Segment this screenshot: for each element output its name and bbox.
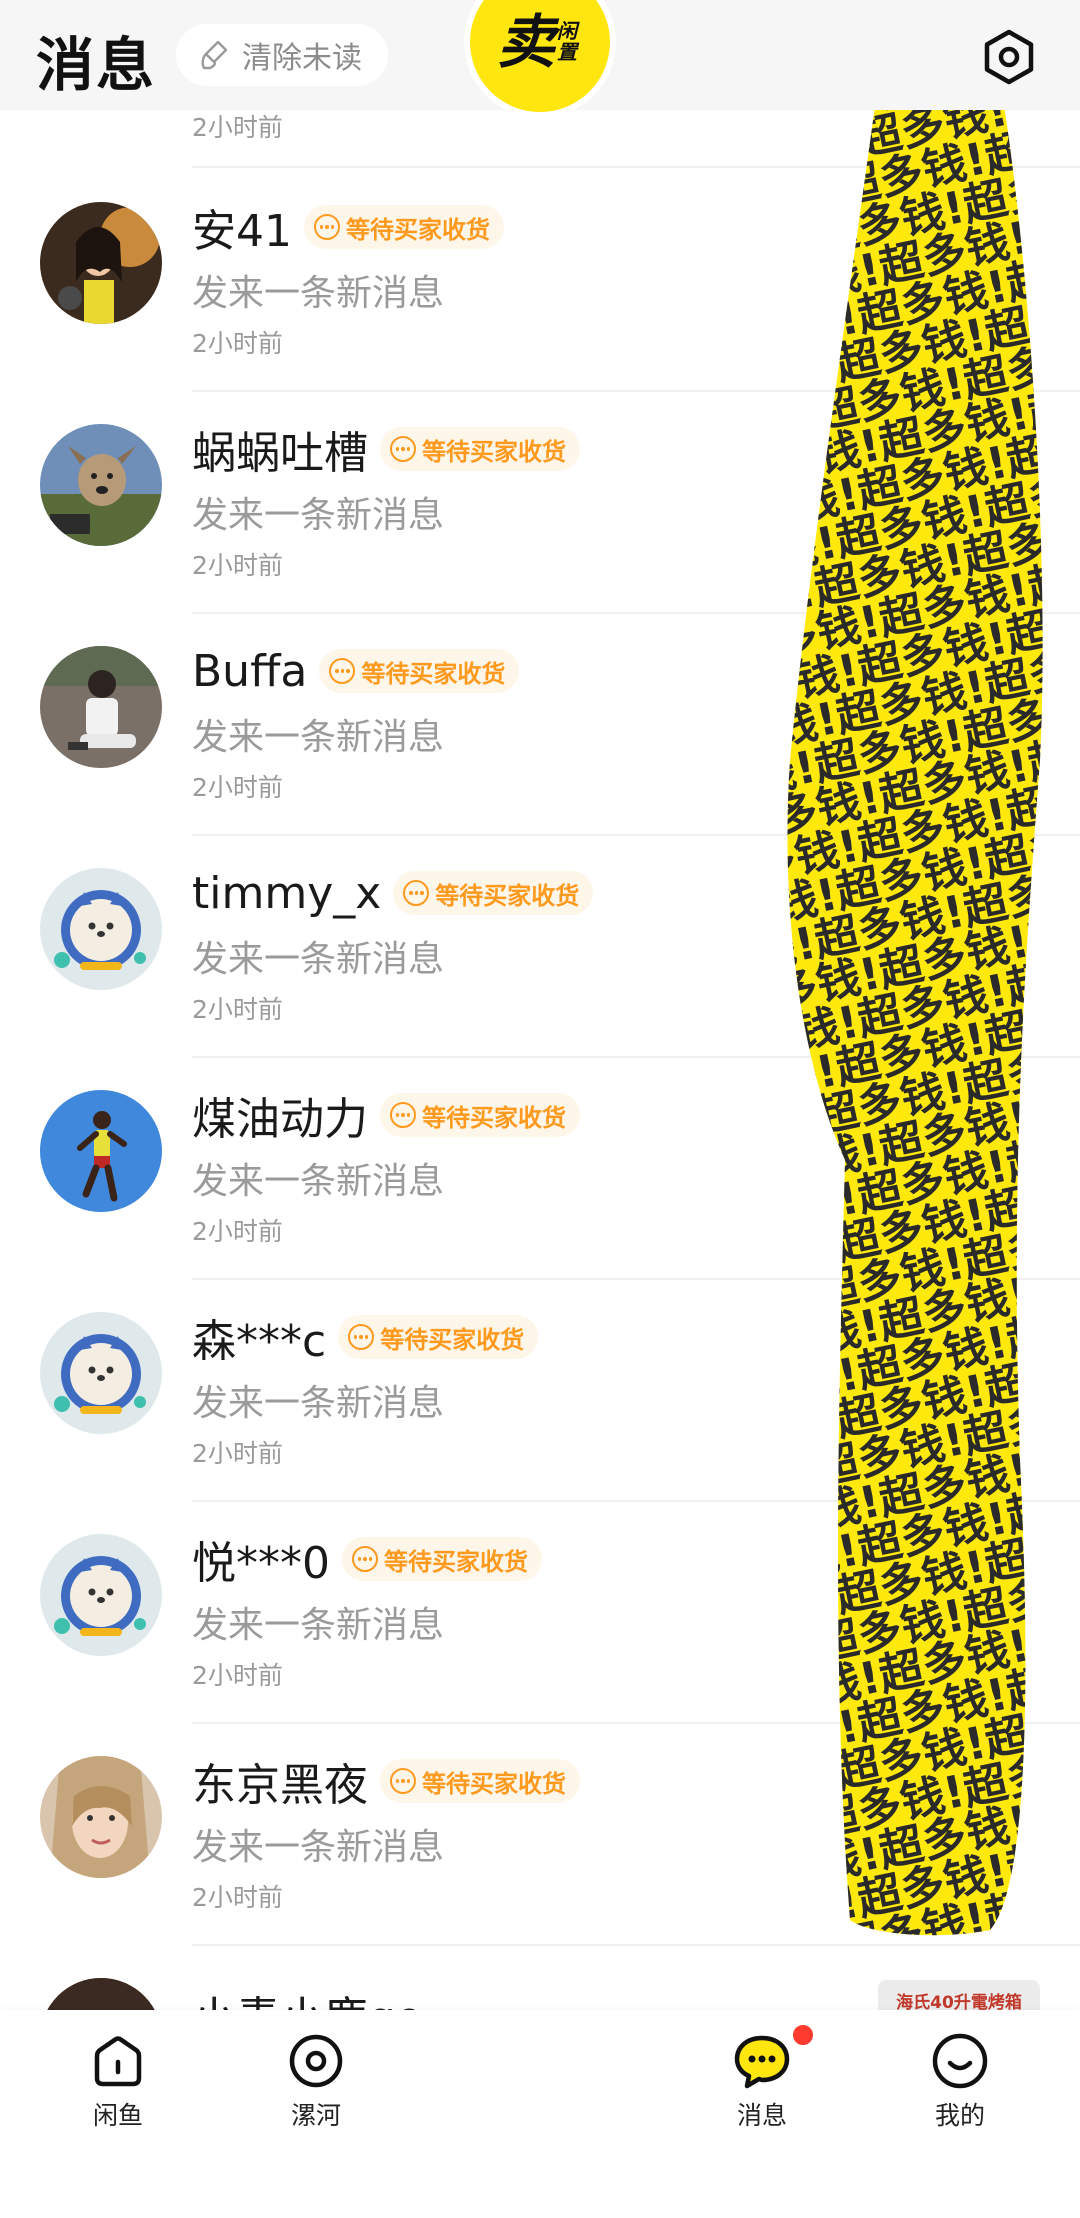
order-status-label: 等待买家收货 [380,1325,525,1354]
contact-name: 森***c [192,1316,327,1367]
avatar[interactable] [40,1978,162,2010]
order-status-badge: 等待买家收货 [380,1759,580,1803]
more-dots-icon [390,1768,416,1794]
order-status-badge: 等待买家收货 [393,871,594,915]
avatar[interactable] [40,1090,162,1212]
contact-name: 东京黑夜 [192,1760,368,1811]
name-line: timmy_x 等待买家收货 [192,864,594,922]
message-preview: 发来一条新消息 [192,273,445,314]
avatar[interactable] [40,1534,162,1656]
bottom-nav: 闲鱼 漯河 消息 我的 [0,2010,1080,2218]
order-status-badge: 等待买家收货 [342,1537,542,1581]
contact-name: 悦***0 [192,1538,330,1589]
avatar[interactable] [40,1312,162,1434]
broom-icon [201,40,228,70]
clear-unread-label: 清除未读 [242,41,362,76]
more-dots-icon [390,436,416,462]
home-icon [94,2036,142,2087]
more-dots-icon [314,214,340,240]
order-status-label: 等待买家收货 [422,437,566,466]
order-status-badge: 等待买家收货 [338,1315,539,1359]
nav-messages-label: 消息 [736,2101,787,2130]
message-preview: 发来一条新消息 [192,1605,445,1646]
contact-name: timmy_x [192,867,382,919]
name-line: 蜗蜗吐槽 等待买家收货 [192,420,580,479]
name-line: 安41 等待买家收货 [192,198,504,257]
more-dots-icon [329,658,356,684]
name-line: Buffa 等待买家收货 [192,642,520,700]
message-time: 2小时前 [192,773,283,802]
message-preview: 发来一条新消息 [192,939,445,980]
contact-name: 煤油动力 [192,1094,368,1145]
nav-mine[interactable]: 我的 [900,2030,1020,2132]
location-icon [289,2034,343,2088]
settings-icon[interactable] [980,28,1038,86]
message-time: 2小时前 [192,1883,283,1912]
chat-bubble-icon [734,2035,790,2089]
avatar[interactable] [40,868,162,990]
order-status-label: 等待买家收货 [361,659,506,688]
order-status-badge: 等待买家收货 [380,427,580,471]
message-preview: 发来一条新消息 [192,717,445,758]
divider [192,1944,1080,1946]
smile-face-icon [932,2033,988,2089]
message-time: 2小时前 [192,329,283,358]
order-status-badge: 等待买家收货 [380,1093,580,1137]
message-preview: 发来一条新消息 [192,1827,445,1868]
message-preview: 发来一条新消息 [192,1161,445,1202]
message-time: 2小时前 [192,1439,283,1468]
message-preview: 发来一条新消息 [192,1383,445,1424]
name-line: 东京黑夜 等待买家收货 [192,1752,580,1811]
product-thumbnail[interactable]: 海氏40升電烤箱 [878,1980,1040,2010]
nav-mine-label: 我的 [934,2101,985,2130]
contact-name: 安41 [192,206,292,257]
sell-sub-label: 闲置 [557,19,577,64]
avatar[interactable] [40,202,162,324]
order-status-label: 等待买家收货 [422,1103,566,1132]
contact-name: Buffa [192,645,308,697]
clear-unread-button[interactable]: 清除未读 [176,24,388,86]
message-time: 2小时前 [192,1217,283,1246]
order-status-label: 等待买家收货 [346,215,490,244]
page-title: 消息 [36,31,157,99]
unread-dot [790,2022,816,2048]
message-time: 2小时前 [192,1661,283,1690]
avatar[interactable] [40,1756,162,1878]
nav-river-label: 漯河 [290,2101,341,2130]
nav-river[interactable]: 漯河 [256,2030,376,2132]
order-status-badge: 等待买家收货 [304,205,504,249]
contact-name: 蜗蜗吐槽 [192,428,368,479]
nav-home[interactable]: 闲鱼 [58,2030,178,2132]
more-dots-icon [390,1102,416,1128]
sell-label: 卖 [496,8,555,76]
name-line: 森***c 等待买家收货 [192,1308,539,1367]
more-dots-icon [403,880,430,906]
avatar[interactable] [40,646,162,768]
order-status-label: 等待买家收货 [435,881,580,910]
nav-home-label: 闲鱼 [92,2101,143,2130]
order-status-label: 等待买家收货 [384,1547,528,1576]
sticker-overlay: 超多钱!超多钱!超多钱!超多钱!超多钱!超多钱!超多钱!超多钱!超多钱!超多钱!… [787,63,1043,1936]
message-time: 2小时前 [192,551,283,580]
avatar[interactable] [40,424,162,546]
message-time: 2小时前 [192,113,283,142]
name-line: 悦***0 等待买家收货 [192,1530,542,1589]
name-line: 煤油动力 等待买家收货 [192,1086,580,1145]
message-preview: 发来一条新消息 [192,495,445,536]
more-dots-icon [352,1546,378,1572]
more-dots-icon [348,1324,375,1350]
order-status-badge: 等待买家收货 [319,649,520,693]
contact-name[interactable]: 小青小鹿go [192,1982,423,2010]
message-time: 2小时前 [192,995,283,1024]
order-status-label: 等待买家收货 [422,1769,566,1798]
